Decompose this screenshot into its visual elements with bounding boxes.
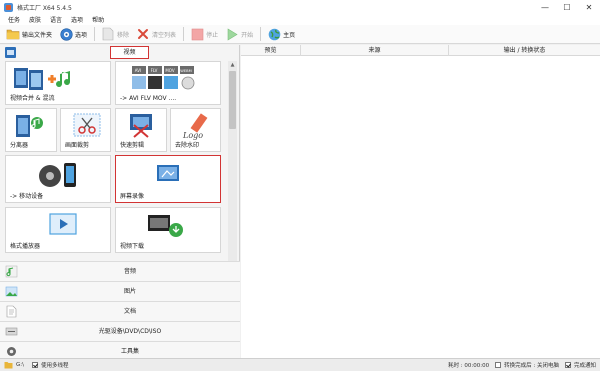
menu-task[interactable]: 任务 xyxy=(8,15,20,24)
home-button[interactable]: 主页 xyxy=(267,26,295,42)
window-controls: — ☐ ✕ xyxy=(534,0,600,14)
tile-quick-clip[interactable]: 快速剪辑 xyxy=(115,108,167,152)
toolbar-divider xyxy=(260,27,262,41)
category-audio[interactable]: 音频 xyxy=(0,261,240,281)
function-panel: 视频 视频合并 & 混流 AVI FLV MOV WEBM -> AVI FLV… xyxy=(0,45,240,361)
options-button[interactable]: 选项 xyxy=(59,26,87,42)
eraser-logo-icon: Logo xyxy=(182,113,208,140)
play-icon xyxy=(225,27,239,41)
window-title: 格式工厂 X64 5.4.5 xyxy=(17,4,72,12)
image-icon xyxy=(5,286,18,297)
splitter-icon xyxy=(16,115,43,137)
quick-clip-icon xyxy=(130,114,152,138)
tile-mobile-device[interactable]: -> 移动设备 xyxy=(5,155,111,203)
format-badge: MOV xyxy=(165,68,175,73)
minimize-button[interactable]: — xyxy=(534,0,556,14)
category-document[interactable]: 文档 xyxy=(0,301,240,321)
remove-button[interactable]: 移除 xyxy=(101,26,129,42)
format-badge: WEBM xyxy=(180,69,191,73)
scroll-thumb[interactable] xyxy=(229,71,236,129)
folder-shortcut-icon[interactable] xyxy=(4,361,13,369)
tile-crop[interactable]: 画面裁剪 xyxy=(60,108,111,152)
settings-disc-icon xyxy=(59,27,73,41)
category-optical-drive[interactable]: 光驱设备\DVD\CD\ISO xyxy=(0,321,240,341)
player-icon xyxy=(49,213,77,235)
toolbar: 输出文件夹 选项 移除 清空列表 停止 开始 主页 xyxy=(0,25,600,44)
format-badge: AVI xyxy=(135,68,141,73)
toolbox-gear-icon xyxy=(7,347,16,356)
toolbar-divider xyxy=(94,27,96,41)
app-logo-icon xyxy=(4,2,13,12)
close-button[interactable]: ✕ xyxy=(578,0,600,14)
format-badge: FLV xyxy=(151,68,158,73)
video-download-icon xyxy=(148,215,183,237)
title-bar: 格式工厂 X64 5.4.5 — ☐ ✕ xyxy=(0,0,600,14)
column-source[interactable]: 来源 xyxy=(301,45,449,56)
screen-record-icon xyxy=(157,165,179,181)
tile-remove-watermark[interactable]: Logo 去除水印 xyxy=(170,108,221,152)
tile-format-player[interactable]: 格式播放器 xyxy=(5,207,111,253)
crop-scissors-icon xyxy=(73,113,101,137)
column-output-status[interactable]: 输出 / 转换状态 xyxy=(449,45,600,56)
video-category-label[interactable]: 视频 xyxy=(110,46,149,59)
after-convert-label: 转换完成后 : 关闭电脑 xyxy=(504,363,559,369)
multithread-checkbox[interactable] xyxy=(31,362,38,368)
video-merge-icon xyxy=(14,68,71,90)
notify-label: 完成通知 xyxy=(573,363,596,369)
toolbar-divider xyxy=(183,27,185,41)
logo-text: Logo xyxy=(182,131,203,140)
home-globe-icon xyxy=(267,27,281,41)
menu-help[interactable]: 帮助 xyxy=(92,15,104,24)
task-list-panel[interactable]: 预览 来源 输出 / 转换状态 xyxy=(241,45,600,358)
stop-icon xyxy=(190,27,204,41)
folder-icon xyxy=(6,27,20,41)
menu-language[interactable]: 语言 xyxy=(50,15,62,24)
tile-video-download[interactable]: 视频下载 xyxy=(115,207,221,253)
menu-options[interactable]: 选项 xyxy=(71,15,83,24)
menu-skin[interactable]: 皮肤 xyxy=(29,15,41,24)
video-category-header[interactable]: 视频 xyxy=(0,45,240,60)
audio-note-icon xyxy=(5,265,18,278)
after-convert-checkbox[interactable] xyxy=(495,362,502,368)
optical-drive-icon xyxy=(5,327,18,336)
start-button[interactable]: 开始 xyxy=(225,26,253,42)
tile-video-merge[interactable]: 视频合并 & 混流 xyxy=(5,61,111,105)
category-image[interactable]: 图片 xyxy=(0,281,240,301)
menu-bar: 任务 皮肤 语言 选项 帮助 xyxy=(0,14,600,25)
document-icon xyxy=(6,305,17,318)
mobile-device-icon xyxy=(39,163,76,187)
status-bar: G:\ 使用多线程 耗时 : 00:00:00 转换完成后 : 关闭电脑 完成通… xyxy=(0,358,600,371)
elapsed-time: 耗时 : 00:00:00 xyxy=(448,363,490,369)
clear-list-button[interactable]: 清空列表 xyxy=(136,26,176,42)
document-remove-icon xyxy=(101,27,115,41)
output-folder-button[interactable]: 输出文件夹 xyxy=(6,26,52,42)
stop-button[interactable]: 停止 xyxy=(190,26,218,42)
clear-x-icon xyxy=(136,27,150,41)
format-badges: AVI FLV MOV WEBM xyxy=(135,68,192,73)
scroll-up-arrow[interactable]: ▲ xyxy=(228,61,237,69)
task-list-header: 预览 来源 输出 / 转换状态 xyxy=(241,45,600,56)
multithread-label: 使用多线程 xyxy=(40,363,69,369)
tile-convert-video-formats[interactable]: AVI FLV MOV WEBM -> AVI FLV MOV .... xyxy=(115,61,221,105)
notify-checkbox[interactable] xyxy=(564,362,571,368)
maximize-button[interactable]: ☐ xyxy=(556,0,578,14)
column-preview[interactable]: 预览 xyxy=(241,45,301,56)
tile-splitter[interactable]: 分离器 xyxy=(5,108,57,152)
film-icon xyxy=(5,47,16,58)
status-size-hint: G:\ xyxy=(16,362,24,368)
tile-screen-record[interactable]: 屏幕录像 xyxy=(115,155,221,203)
